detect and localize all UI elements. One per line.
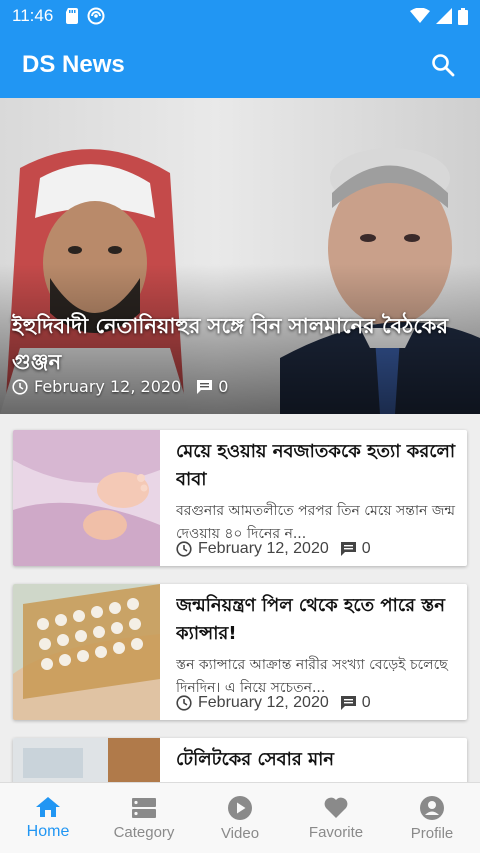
featured-comment-count: 0: [218, 377, 229, 396]
wifi-icon: [410, 8, 430, 23]
profile-icon: [420, 795, 444, 820]
clock-icon: [12, 378, 28, 395]
nav-favorite-label: Favorite: [308, 823, 364, 841]
news-list[interactable]: মেয়ে হওয়ায় নবজাতককে হত্যা করলো বাবা ব…: [0, 414, 480, 782]
article-thumbnail-pills: [13, 584, 160, 720]
article-thumbnail-baby: [13, 430, 160, 566]
app-bar: DS News: [0, 32, 480, 98]
article-thumbnail-office: [13, 738, 160, 782]
featured-date: February 12, 2020: [34, 377, 182, 396]
home-icon: [36, 797, 60, 817]
bottom-navigation: Home Category Video Favorite Profile: [0, 782, 480, 853]
nav-profile-label: Profile: [410, 824, 454, 842]
sd-card-icon: [66, 8, 79, 24]
nav-home[interactable]: Home: [0, 783, 96, 853]
article-date: February 12, 2020: [198, 694, 329, 711]
article-title[interactable]: টেলিটকের সেবার মান: [176, 746, 459, 774]
app-title: DS News: [22, 51, 125, 78]
app-notification-icon: [87, 7, 105, 25]
news-card[interactable]: মেয়ে হওয়ায় নবজাতককে হত্যা করলো বাবা ব…: [13, 430, 467, 566]
featured-article[interactable]: ইহুদিবাদী নেতানিয়াহুর সঙ্গে বিন সালমানে…: [0, 98, 480, 414]
signal-icon: [436, 8, 452, 24]
featured-title[interactable]: ইহুদিবাদী নেতানিয়াহুর সঙ্গে বিন সালমানে…: [12, 308, 452, 380]
article-title[interactable]: জন্মনিয়ন্ত্রণ পিল থেকে হতে পারে স্তন ক্…: [176, 592, 459, 648]
article-title[interactable]: মেয়ে হওয়ায় নবজাতককে হত্যা করলো বাবা: [176, 438, 459, 494]
nav-category-label: Category: [113, 823, 175, 841]
heart-icon: [324, 797, 348, 818]
article-meta: February 12, 2020 0: [176, 694, 371, 712]
clock-icon: [176, 695, 192, 711]
article-comment-count: 0: [361, 694, 371, 711]
battery-icon: [458, 7, 468, 25]
comment-icon: [340, 542, 356, 556]
nav-home-label: Home: [26, 823, 70, 840]
news-card[interactable]: জন্মনিয়ন্ত্রণ পিল থেকে হতে পারে স্তন ক্…: [13, 584, 467, 720]
nav-category[interactable]: Category: [96, 783, 192, 853]
featured-meta: February 12, 2020 0: [12, 377, 228, 396]
comment-icon: [197, 379, 213, 394]
play-icon: [228, 795, 252, 820]
status-time: 11:46: [12, 6, 54, 25]
category-icon: [132, 797, 156, 818]
nav-profile[interactable]: Profile: [384, 783, 480, 853]
article-date: February 12, 2020: [198, 540, 329, 557]
news-card[interactable]: টেলিটকের সেবার মান: [13, 738, 467, 782]
nav-video-label: Video: [220, 824, 260, 842]
search-icon: [432, 54, 455, 77]
nav-video[interactable]: Video: [192, 783, 288, 853]
search-button[interactable]: [428, 50, 458, 80]
comment-icon: [340, 696, 356, 710]
clock-icon: [176, 541, 192, 557]
article-comment-count: 0: [361, 540, 371, 557]
article-meta: February 12, 2020 0: [176, 540, 371, 558]
status-bar: 11:46: [0, 0, 480, 32]
nav-favorite[interactable]: Favorite: [288, 783, 384, 853]
